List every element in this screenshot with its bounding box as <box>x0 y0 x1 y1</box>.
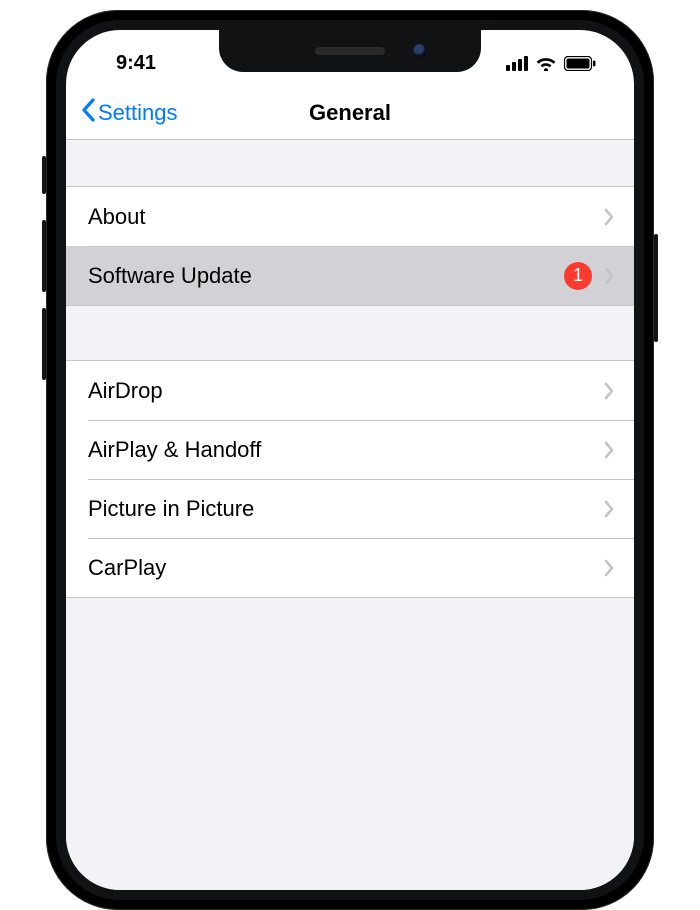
group-spacer <box>66 140 634 186</box>
row-software-update[interactable]: Software Update1 <box>66 246 634 305</box>
chevron-right-icon <box>604 441 614 459</box>
row-pip[interactable]: Picture in Picture <box>66 479 634 538</box>
chevron-right-icon <box>604 267 614 285</box>
row-airdrop[interactable]: AirDrop <box>66 361 634 420</box>
page-title: General <box>309 100 391 126</box>
row-label: AirDrop <box>88 378 604 404</box>
row-about[interactable]: About <box>66 187 634 246</box>
back-button[interactable]: Settings <box>80 98 178 128</box>
row-airplay-handoff[interactable]: AirPlay & Handoff <box>66 420 634 479</box>
chevron-left-icon <box>80 98 98 128</box>
cellular-signal-icon <box>506 56 528 71</box>
settings-list[interactable]: About Software Update1 AirDrop AirPlay & Ha… <box>66 140 634 890</box>
settings-group: About Software Update1 <box>66 186 634 306</box>
volume-down-button <box>42 308 46 380</box>
back-button-label: Settings <box>98 100 178 126</box>
mute-switch <box>42 156 46 194</box>
row-label: AirPlay & Handoff <box>88 437 604 463</box>
status-time: 9:41 <box>116 52 156 75</box>
speaker-grille <box>315 47 385 55</box>
row-label: Picture in Picture <box>88 496 604 522</box>
row-label: CarPlay <box>88 555 604 581</box>
chevron-right-icon <box>604 208 614 226</box>
row-label: About <box>88 204 604 230</box>
device-frame: 9:41 Set <box>46 10 654 910</box>
chevron-right-icon <box>604 500 614 518</box>
notification-badge: 1 <box>564 262 592 290</box>
screen: 9:41 Set <box>66 30 634 890</box>
navigation-bar: Settings General <box>66 86 634 140</box>
row-label: Software Update <box>88 263 564 289</box>
chevron-right-icon <box>604 559 614 577</box>
notch <box>219 30 481 72</box>
wifi-icon <box>535 55 557 71</box>
battery-icon <box>564 56 596 71</box>
power-button <box>654 234 658 342</box>
volume-up-button <box>42 220 46 292</box>
chevron-right-icon <box>604 382 614 400</box>
settings-group: AirDrop AirPlay & Handoff Picture in Pictu… <box>66 360 634 598</box>
row-carplay[interactable]: CarPlay <box>66 538 634 597</box>
front-camera <box>413 44 427 58</box>
group-spacer <box>66 306 634 360</box>
